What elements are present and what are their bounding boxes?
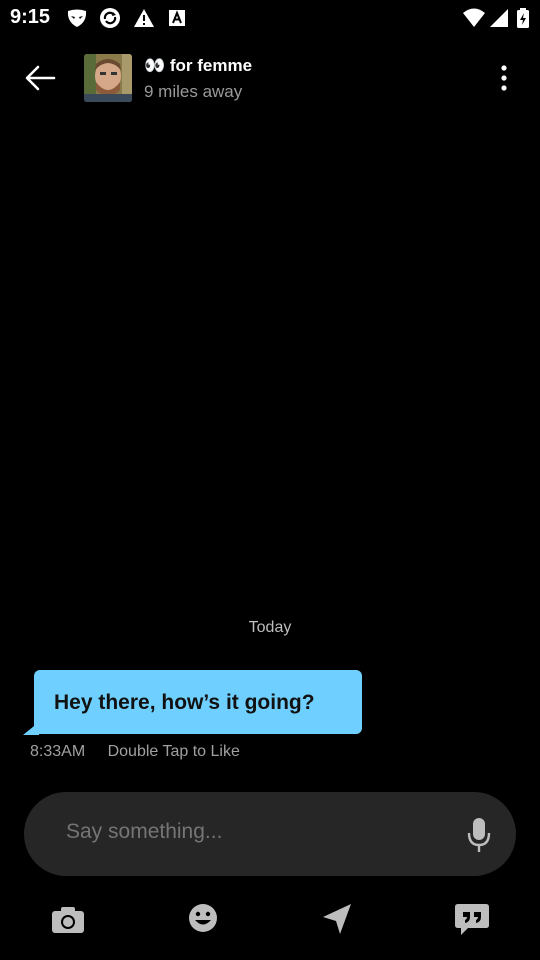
- quick-phrases-icon[interactable]: [452, 900, 492, 940]
- text-app-icon: [169, 10, 185, 26]
- battery-charging-icon: [517, 8, 529, 28]
- bottom-action-bar: [0, 890, 540, 950]
- message-time: 8:33AM: [30, 743, 86, 760]
- microphone-icon[interactable]: [466, 816, 492, 854]
- camera-icon[interactable]: [48, 900, 88, 940]
- profile-distance: 9 miles away: [144, 82, 243, 101]
- day-label: Today: [248, 619, 292, 636]
- emoji-icon[interactable]: [183, 900, 223, 940]
- message-text: Hey there, how’s it going?: [54, 691, 315, 714]
- wifi-icon: [463, 8, 485, 27]
- avatar-photo: [84, 54, 132, 102]
- warning-icon: [134, 9, 154, 27]
- avatar[interactable]: [84, 54, 132, 102]
- location-arrow-icon[interactable]: [317, 900, 357, 940]
- message-bubble[interactable]: Hey there, how’s it going?: [34, 670, 362, 734]
- chat-header: 👀 for femme 9 miles away: [0, 40, 540, 116]
- status-bar: 9:15: [0, 0, 540, 36]
- message-input[interactable]: [66, 820, 446, 844]
- profile-name[interactable]: 👀 for femme: [144, 56, 252, 76]
- arrow-left-icon[interactable]: [20, 58, 64, 98]
- grindr-mask-icon: [67, 9, 87, 27]
- signal-icon: [490, 9, 508, 27]
- status-time: 9:15: [10, 6, 51, 28]
- double-tap-hint: Double Tap to Like: [107, 743, 240, 760]
- message-composer[interactable]: [24, 792, 516, 876]
- message-meta: 8:33AM Double Tap to Like: [30, 743, 240, 761]
- sync-circle-icon: [100, 8, 120, 28]
- vertical-dots-icon[interactable]: [488, 58, 520, 98]
